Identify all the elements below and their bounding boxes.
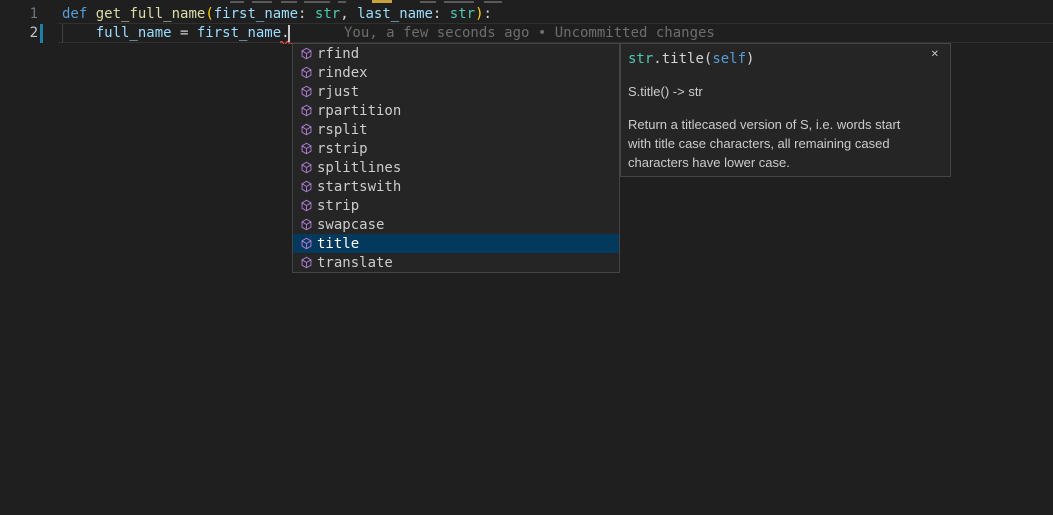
code-token: str <box>628 51 653 67</box>
error-squiggle-icon <box>280 40 292 44</box>
symbol-method-icon <box>300 161 313 174</box>
suggestion-item-translate[interactable]: translate <box>293 253 619 272</box>
symbol-method-icon <box>300 218 313 231</box>
suggestion-item-strip[interactable]: strip <box>293 196 619 215</box>
suggestion-label: swapcase <box>317 217 384 233</box>
code-token: : <box>484 6 492 22</box>
symbol-method-icon <box>300 237 313 250</box>
code-token: ) <box>475 6 483 22</box>
code-line-2[interactable]: full_name = first_name. <box>62 24 290 43</box>
suggestion-item-rsplit[interactable]: rsplit <box>293 120 619 139</box>
code-token: full_name <box>96 25 172 41</box>
code-token: : <box>433 6 450 22</box>
suggestion-item-rfind[interactable]: rfind <box>293 44 619 63</box>
suggestion-item-splitlines[interactable]: splitlines <box>293 158 619 177</box>
suggestion-item-title[interactable]: title <box>293 234 619 253</box>
suggestion-item-rstrip[interactable]: rstrip <box>293 139 619 158</box>
code-token: ) <box>746 51 754 67</box>
code-token: get_full_name <box>96 6 206 22</box>
code-editor-screen: 1 2 def get_full_name(first_name: str, l… <box>0 0 1053 515</box>
symbol-method-icon <box>300 123 313 136</box>
suggestion-label: rfind <box>317 46 359 62</box>
symbol-method-icon <box>300 180 313 193</box>
symbol-method-icon <box>300 142 313 155</box>
suggestion-item-rindex[interactable]: rindex <box>293 63 619 82</box>
symbol-method-icon <box>300 256 313 269</box>
suggestion-label: startswith <box>317 179 401 195</box>
docs-summary: S.title() -> str <box>628 84 703 99</box>
suggestion-label: strip <box>317 198 359 214</box>
code-token <box>87 6 95 22</box>
suggestion-label: rstrip <box>317 141 368 157</box>
code-token: .title( <box>653 51 712 67</box>
suggestion-label: rindex <box>317 65 368 81</box>
code-token: : <box>298 6 315 22</box>
text-cursor <box>288 25 290 42</box>
docs-description-line: Return a titlecased version of S, i.e. w… <box>628 115 944 134</box>
suggest-widget: rfind rindex rjust rpartition rsplit rstrip sp… <box>292 43 620 273</box>
code-token: self <box>712 51 746 67</box>
docs-description-line: with title case characters, all remainin… <box>628 134 944 153</box>
suggestion-label: rjust <box>317 84 359 100</box>
symbol-method-icon <box>300 104 313 117</box>
symbol-method-icon <box>300 47 313 60</box>
docs-description: Return a titlecased version of S, i.e. w… <box>628 115 944 172</box>
docs-description-line: characters have lower case. <box>628 153 944 172</box>
code-token: def <box>62 6 87 22</box>
suggestion-label: splitlines <box>317 160 401 176</box>
line-number-2: 2 <box>0 24 38 43</box>
code-token: , <box>340 6 357 22</box>
symbol-method-icon <box>300 66 313 79</box>
suggestion-label: title <box>317 236 359 252</box>
code-token: first_name <box>197 25 281 41</box>
docs-signature: str.title(self) <box>628 50 754 69</box>
suggestion-item-rpartition[interactable]: rpartition <box>293 101 619 120</box>
git-modified-gutter-indicator <box>40 24 43 43</box>
suggestion-item-rjust[interactable]: rjust <box>293 82 619 101</box>
git-blame-annotation: You, a few seconds ago • Uncommitted cha… <box>344 24 715 43</box>
code-token: str <box>315 6 340 22</box>
code-line-1[interactable]: def get_full_name(first_name: str, last_… <box>62 5 492 24</box>
close-icon[interactable]: ✕ <box>931 49 939 61</box>
symbol-method-icon <box>300 199 313 212</box>
code-token: last_name <box>357 6 433 22</box>
suggestion-item-startswith[interactable]: startswith <box>293 177 619 196</box>
suggestion-label: translate <box>317 255 393 271</box>
symbol-method-icon <box>300 85 313 98</box>
suggestion-item-swapcase[interactable]: swapcase <box>293 215 619 234</box>
suggestion-label: rpartition <box>317 103 401 119</box>
line-number-1: 1 <box>0 5 38 24</box>
suggestion-label: rsplit <box>317 122 368 138</box>
code-token: str <box>450 6 475 22</box>
code-token: ( <box>205 6 213 22</box>
suggest-docs-panel: str.title(self) ✕ S.title() -> str Retur… <box>620 43 951 177</box>
code-token: = <box>172 25 197 41</box>
code-token: first_name <box>214 6 298 22</box>
code-token <box>62 25 96 41</box>
